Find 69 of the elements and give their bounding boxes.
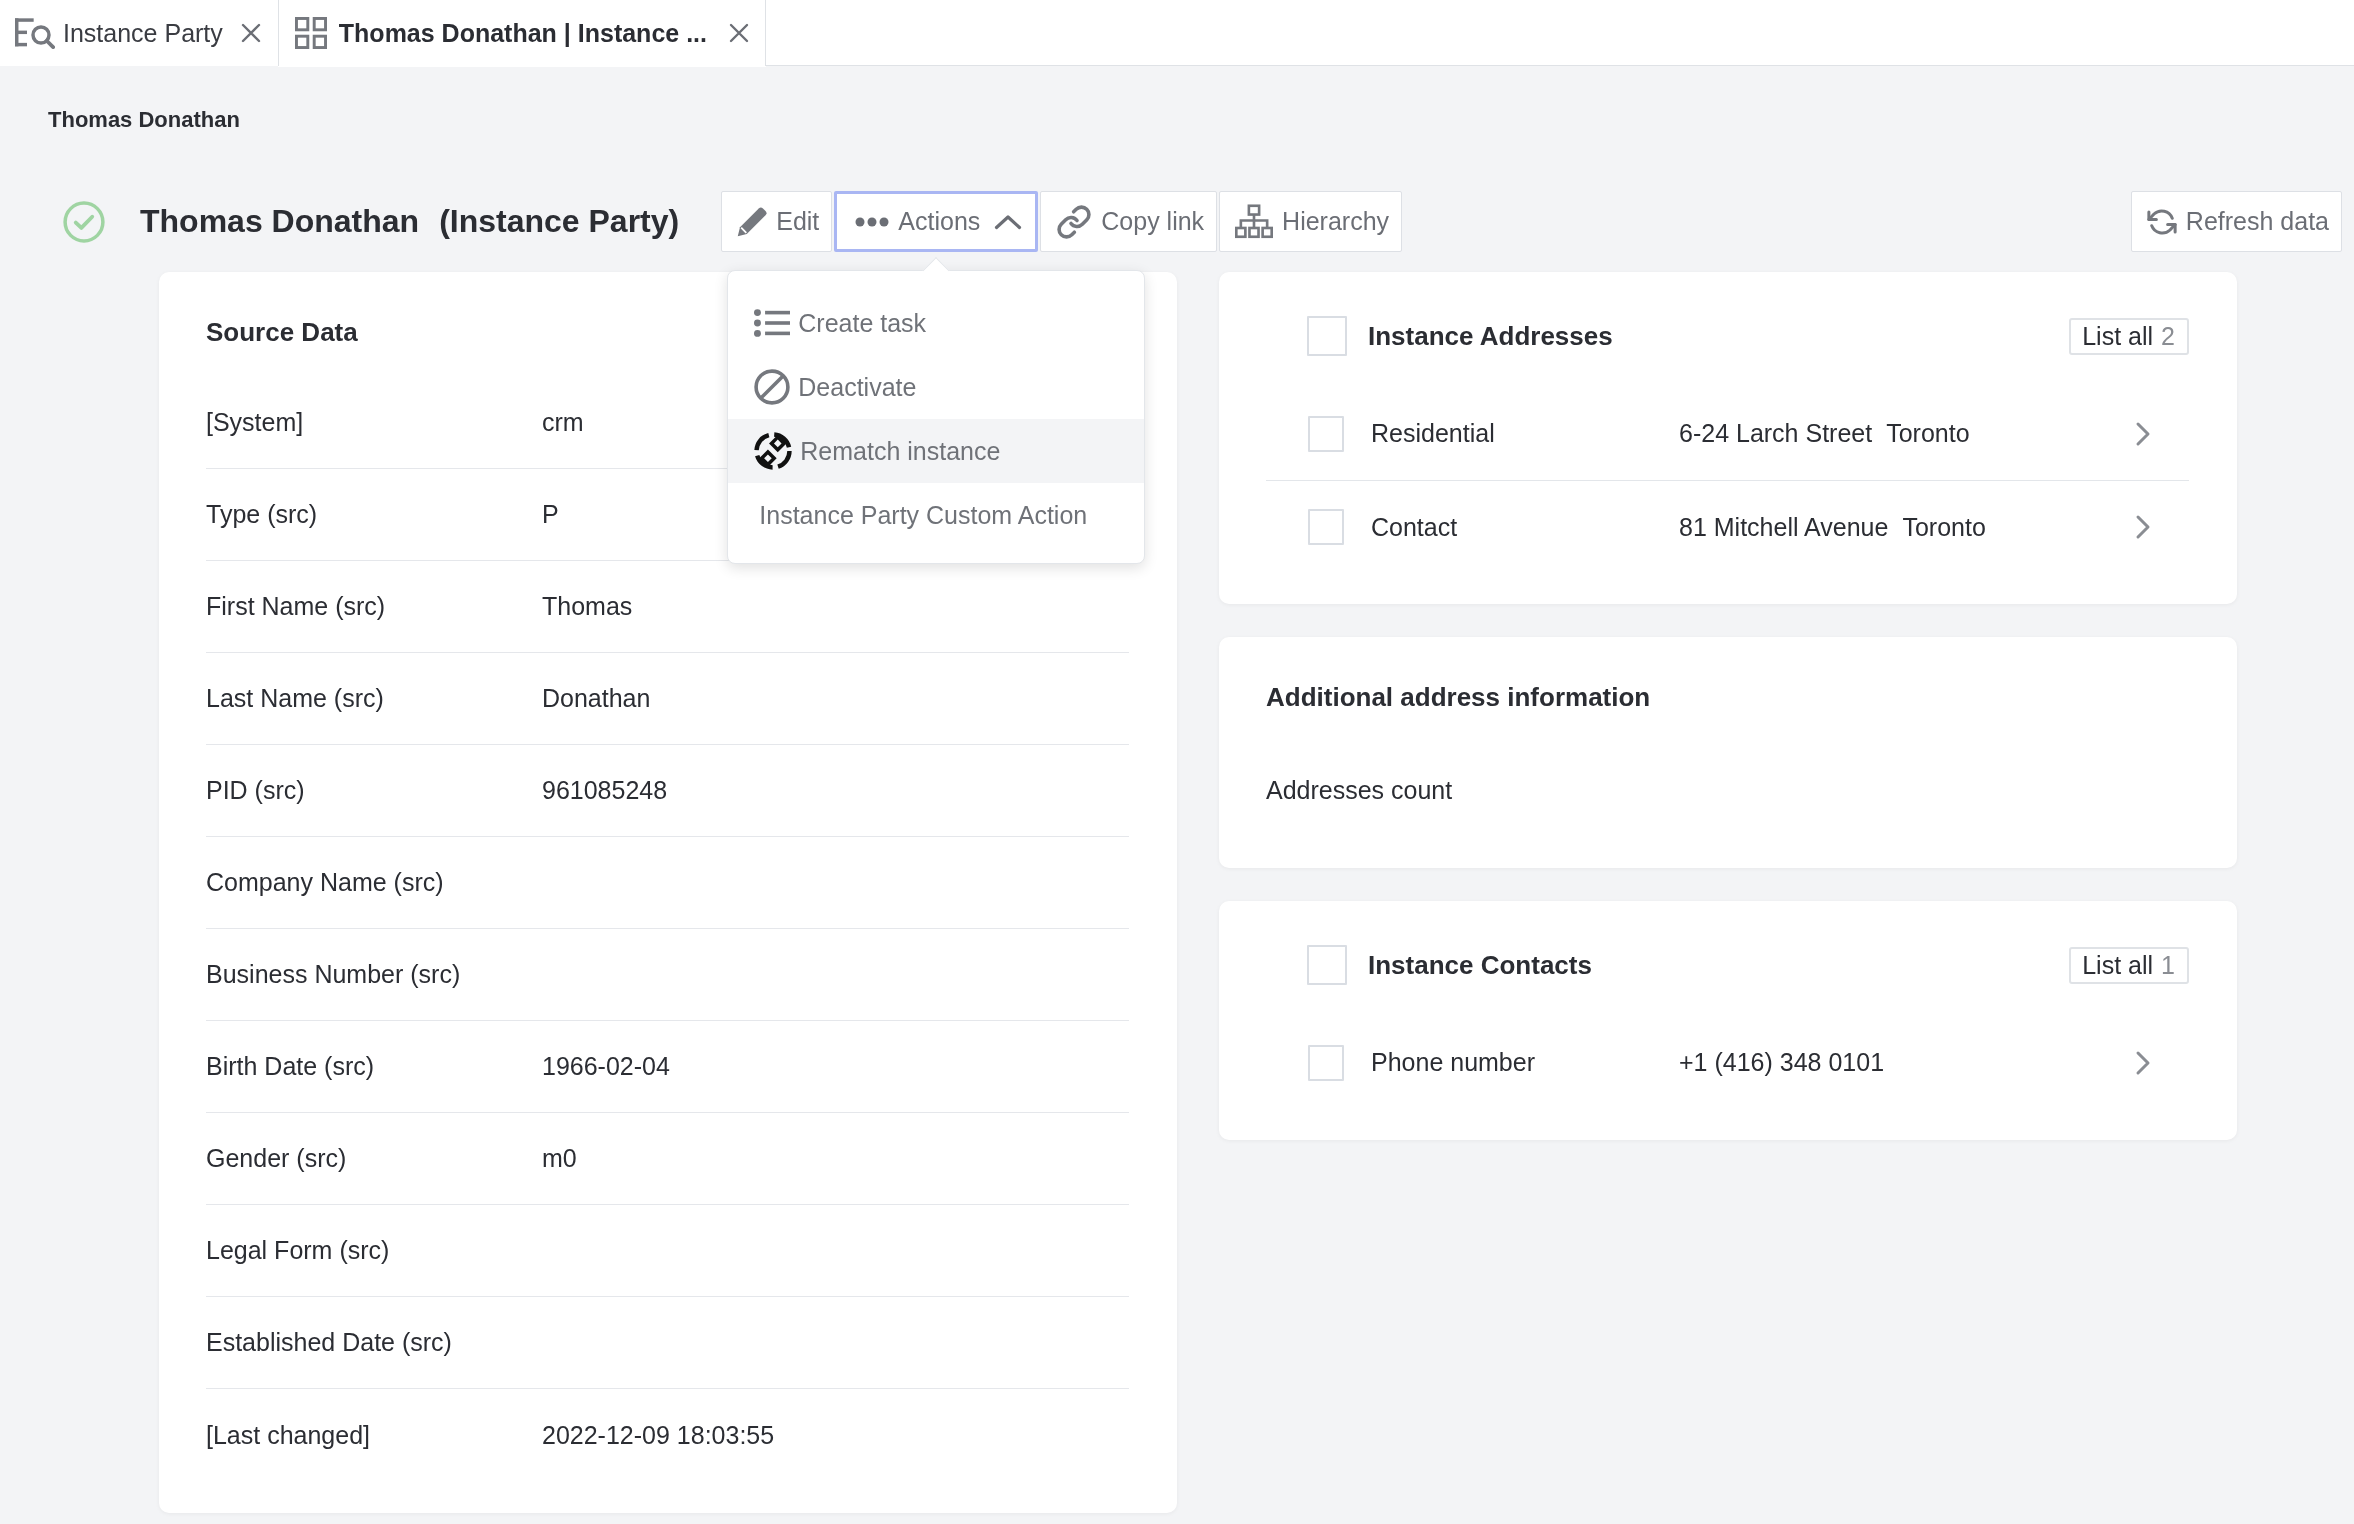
list-search-icon [15,17,55,49]
row-label: Phone number [1371,1048,1535,1077]
menu-item[interactable]: Create task [728,291,1145,355]
menu-item[interactable]: Rematch instance [728,419,1145,483]
panel-title: Instance Contacts [1368,949,1592,981]
field-label: PID (src) [206,776,305,805]
field-value: 2022-12-09 18:03:55 [542,1420,775,1450]
row-label: Contact [1371,512,1458,542]
panel-title: Instance Addresses [1368,320,1613,352]
field-label: Last Name (src) [206,684,384,713]
record-type: (Instance Party) [439,203,680,240]
link-icon [1056,203,1093,240]
field-label: Type (src) [206,500,318,529]
panel-title: Additional address information [1266,681,1651,714]
field-label: [System] [206,408,304,437]
field-label: [Last changed] [206,1420,370,1450]
row-value: 6-24 Larch Street [1679,419,1873,448]
row-value: Toronto [1886,419,1970,448]
field-value: Donathan [542,684,651,713]
row-label: Residential [1371,419,1495,448]
chevron-right-icon[interactable] [2135,420,2151,447]
checkbox[interactable] [1308,1044,1344,1081]
list-all-button[interactable]: List all 2 [2069,317,2189,355]
chevron-up-icon [994,213,1023,230]
row-value: 81 Mitchell Avenue [1679,512,1889,542]
field-label: First Name (src) [206,592,386,621]
list-icon [754,309,791,337]
ban-icon [754,369,791,405]
field-value: m0 [542,1144,577,1173]
field-label: Gender (src) [206,1144,347,1173]
grid-icon [294,17,327,49]
field-label: Business Number (src) [206,960,461,989]
diamonds-icon [754,432,793,470]
refresh-icon [2146,206,2177,237]
pencil-icon [737,206,768,237]
field-label: Established Date (src) [206,1328,452,1357]
field-label: Addresses count [1266,775,1453,805]
menu-item[interactable]: Deactivate [728,355,1145,419]
close-icon[interactable] [240,23,261,43]
list-all-button[interactable]: List all 1 [2069,946,2189,984]
chevron-right-icon[interactable] [2135,514,2151,540]
panel-title: Source Data [206,316,358,349]
refresh-button[interactable]: Refresh data [2130,191,2342,252]
field-label: Legal Form (src) [206,1236,390,1265]
dots-icon [855,216,890,227]
field-value: P [542,500,559,529]
record-title: Thomas Donathan [140,203,420,240]
copy-link-button[interactable]: Copy link [1040,191,1218,252]
row-value: Toronto [1902,512,1986,542]
breadcrumb: Thomas Donathan [48,107,240,133]
hierarchy-button[interactable]: Hierarchy [1219,191,1403,252]
checkbox[interactable] [1308,415,1344,452]
edit-button[interactable]: Edit [721,191,833,252]
row-value: +1 (416) 348 0101 [1679,1048,1885,1077]
tab[interactable]: Thomas Donathan | Instance ... [277,0,766,66]
field-value: Thomas [542,592,633,621]
chevron-right-icon[interactable] [2135,1049,2151,1076]
close-icon[interactable] [729,23,749,43]
field-value: 961085248 [542,776,668,805]
menu-item[interactable]: Instance Party Custom Action [728,483,1145,547]
checkbox[interactable] [1308,509,1344,545]
field-value: 1966-02-04 [542,1052,670,1081]
checkbox[interactable] [1307,316,1347,356]
hierarchy-icon [1235,203,1274,240]
checkbox[interactable] [1307,945,1347,985]
field-label: Company Name (src) [206,868,444,897]
field-value: crm [542,408,584,437]
actions-button[interactable]: Actions [834,191,1039,252]
field-label: Birth Date (src) [206,1052,375,1081]
